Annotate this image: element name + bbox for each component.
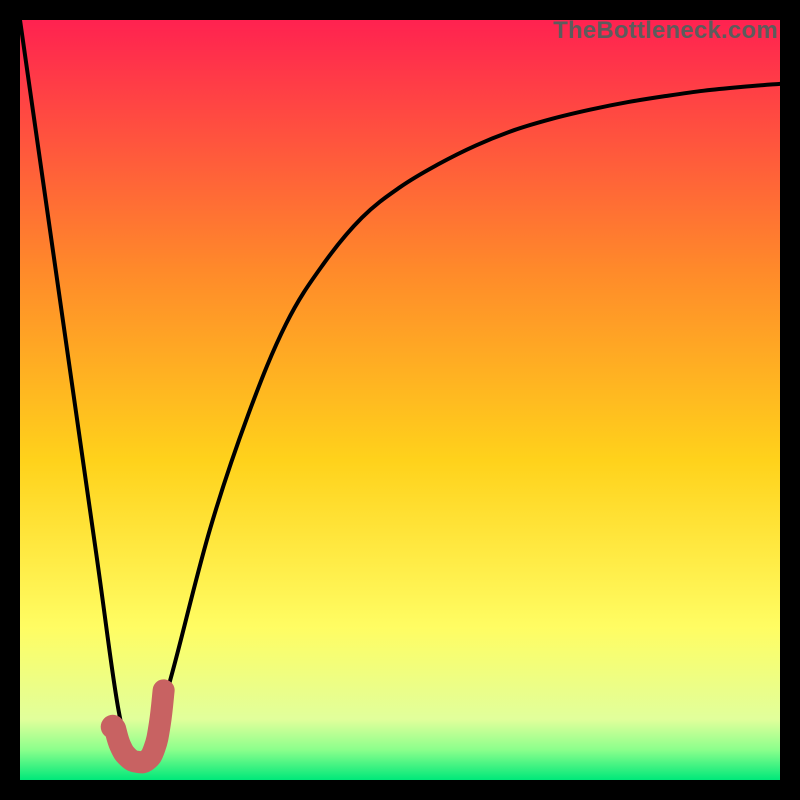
plot-area (20, 20, 780, 780)
j-marker-dot (101, 715, 125, 739)
gradient-background (20, 20, 780, 780)
plot-frame: TheBottleneck.com (20, 20, 780, 780)
watermark: TheBottleneck.com (553, 17, 778, 45)
